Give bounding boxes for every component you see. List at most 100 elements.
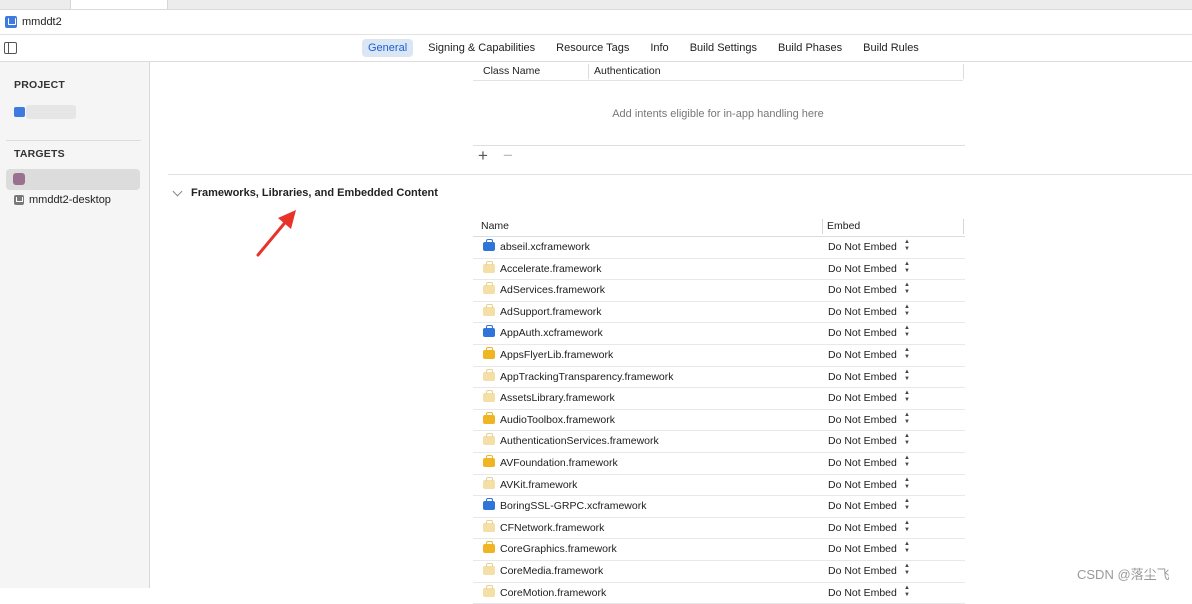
- framework-name: AVFoundation.framework: [500, 457, 618, 469]
- tab-list: General Signing & Capabilities Resource …: [362, 39, 934, 57]
- embed-select[interactable]: Do Not Embed: [828, 306, 897, 318]
- updown-chevron-icon[interactable]: ▲▼: [904, 347, 910, 361]
- intents-placeholder: Add intents eligible for in-app handling…: [473, 108, 963, 120]
- editor-tab[interactable]: [70, 0, 168, 9]
- tab-build-phases[interactable]: Build Phases: [772, 39, 848, 57]
- framework-icon: [483, 372, 495, 381]
- table-row[interactable]: AuthenticationServices.framework Do Not E…: [473, 431, 965, 453]
- frameworks-rows: abseil.xcframeworkDo Not Embed▲▼Accelera…: [473, 237, 965, 604]
- target-item-desktop[interactable]: mmddt2-desktop: [14, 194, 111, 206]
- updown-chevron-icon[interactable]: ▲▼: [904, 563, 910, 577]
- embed-select[interactable]: Do Not Embed: [828, 327, 897, 339]
- embed-select[interactable]: Do Not Embed: [828, 457, 897, 469]
- updown-chevron-icon[interactable]: ▲▼: [904, 541, 910, 555]
- table-row[interactable]: CoreMotion.framework Do Not Embed ▲▼: [473, 583, 965, 604]
- embed-select[interactable]: Do Not Embed: [828, 241, 897, 253]
- remove-intent-button[interactable]: −: [503, 147, 513, 164]
- framework-name: AVKit.framework: [500, 479, 577, 491]
- framework-icon: [483, 523, 495, 532]
- updown-chevron-icon[interactable]: ▲▼: [904, 498, 910, 512]
- window-tab-strip: [0, 0, 1192, 10]
- chevron-down-icon[interactable]: [173, 187, 183, 197]
- embed-select[interactable]: Do Not Embed: [828, 587, 897, 599]
- updown-chevron-icon[interactable]: ▲▼: [904, 239, 910, 253]
- embed-select[interactable]: Do Not Embed: [828, 500, 897, 512]
- updown-chevron-icon[interactable]: ▲▼: [904, 585, 910, 599]
- column-separator: [963, 64, 964, 79]
- framework-icon: [483, 415, 495, 424]
- column-embed[interactable]: Embed: [827, 220, 860, 232]
- framework-icon: [483, 544, 495, 553]
- table-row[interactable]: AudioToolbox.frameworkDo Not Embed▲▼: [473, 410, 965, 432]
- tab-signing-capabilities[interactable]: Signing & Capabilities: [422, 39, 541, 57]
- tab-info[interactable]: Info: [644, 39, 674, 57]
- table-row[interactable]: AppTrackingTransparency.frameworkDo Not …: [473, 367, 965, 389]
- embed-select[interactable]: Do Not Embed: [828, 522, 897, 534]
- target-item-selected[interactable]: [6, 169, 140, 190]
- updown-chevron-icon[interactable]: ▲▼: [904, 325, 910, 339]
- frameworks-section-title[interactable]: Frameworks, Libraries, and Embedded Cont…: [191, 187, 438, 199]
- column-separator: [822, 219, 823, 234]
- project-item-redacted[interactable]: [26, 105, 76, 119]
- tab-general[interactable]: General: [362, 39, 413, 57]
- framework-icon: [483, 436, 495, 445]
- updown-chevron-icon[interactable]: ▲▼: [904, 455, 910, 469]
- frameworks-table: Name Embed abseil.xcframeworkDo Not Embe…: [473, 216, 965, 604]
- add-intent-button[interactable]: +: [478, 147, 488, 164]
- table-row[interactable]: CoreGraphics.framework Do Not Embed ▲▼: [473, 539, 965, 561]
- framework-icon: [483, 393, 495, 402]
- table-row[interactable]: AssetsLibrary.frameworkDo Not Embed▲▼: [473, 388, 965, 410]
- frameworks-table-header: Name Embed: [473, 216, 965, 237]
- table-row[interactable]: AdServices.frameworkDo Not Embed▲▼: [473, 280, 965, 302]
- embed-select[interactable]: Do Not Embed: [828, 565, 897, 577]
- framework-icon: [483, 501, 495, 510]
- table-row[interactable]: abseil.xcframeworkDo Not Embed▲▼: [473, 237, 965, 259]
- framework-icon: [483, 242, 495, 251]
- updown-chevron-icon[interactable]: ▲▼: [904, 390, 910, 404]
- tab-build-rules[interactable]: Build Rules: [857, 39, 925, 57]
- table-row[interactable]: Accelerate.frameworkDo Not Embed▲▼: [473, 259, 965, 281]
- updown-chevron-icon[interactable]: ▲▼: [904, 304, 910, 318]
- table-row[interactable]: AdSupport.framework Do Not Embed ▲▼: [473, 302, 965, 324]
- breadcrumb-project[interactable]: mmddt2: [22, 16, 62, 28]
- column-name[interactable]: Name: [481, 220, 509, 232]
- table-row[interactable]: CoreMedia.framework Do Not Embed ▲▼: [473, 561, 965, 583]
- arrow-shaft: [258, 219, 288, 255]
- updown-chevron-icon[interactable]: ▲▼: [904, 433, 910, 447]
- tab-build-settings[interactable]: Build Settings: [684, 39, 763, 57]
- updown-chevron-icon[interactable]: ▲▼: [904, 282, 910, 296]
- embed-select[interactable]: Do Not Embed: [828, 263, 897, 275]
- table-row[interactable]: AVFoundation.framework Do Not Embed ▲▼: [473, 453, 965, 475]
- framework-name: AuthenticationServices.framework: [500, 435, 659, 447]
- embed-select[interactable]: Do Not Embed: [828, 349, 897, 361]
- updown-chevron-icon[interactable]: ▲▼: [904, 261, 910, 275]
- table-row[interactable]: BoringSSL-GRPC.xcframework Do Not Embed ▲▼: [473, 496, 965, 518]
- updown-chevron-icon[interactable]: ▲▼: [904, 520, 910, 534]
- column-class-name[interactable]: Class Name: [483, 65, 540, 77]
- column-authentication[interactable]: Authentication: [594, 65, 661, 77]
- table-row[interactable]: AppsFlyerLib.frameworkDo Not Embed▲▼: [473, 345, 965, 367]
- updown-chevron-icon[interactable]: ▲▼: [904, 477, 910, 491]
- embed-select[interactable]: Do Not Embed: [828, 371, 897, 383]
- embed-select[interactable]: Do Not Embed: [828, 435, 897, 447]
- table-row[interactable]: CFNetwork.frameworkDo Not Embed▲▼: [473, 518, 965, 540]
- updown-chevron-icon[interactable]: ▲▼: [904, 369, 910, 383]
- tab-resource-tags[interactable]: Resource Tags: [550, 39, 635, 57]
- targets-header: TARGETS: [14, 148, 65, 160]
- framework-name: BoringSSL-GRPC.xcframework: [500, 500, 646, 512]
- framework-name: AdSupport.framework: [500, 306, 602, 318]
- table-row[interactable]: AppAuth.xcframeworkDo Not Embed▲▼: [473, 323, 965, 345]
- framework-icon: [483, 264, 495, 273]
- framework-name: CoreMedia.framework: [500, 565, 603, 577]
- app-store-icon: [14, 195, 24, 205]
- embed-select[interactable]: Do Not Embed: [828, 479, 897, 491]
- embed-select[interactable]: Do Not Embed: [828, 414, 897, 426]
- framework-name: CoreMotion.framework: [500, 587, 606, 599]
- updown-chevron-icon[interactable]: ▲▼: [904, 412, 910, 426]
- table-row[interactable]: AVKit.framework Do Not Embed ▲▼: [473, 475, 965, 497]
- framework-name: CoreGraphics.framework: [500, 543, 617, 555]
- embed-select[interactable]: Do Not Embed: [828, 284, 897, 296]
- sidebar-toggle-icon[interactable]: [4, 42, 17, 54]
- embed-select[interactable]: Do Not Embed: [828, 543, 897, 555]
- embed-select[interactable]: Do Not Embed: [828, 392, 897, 404]
